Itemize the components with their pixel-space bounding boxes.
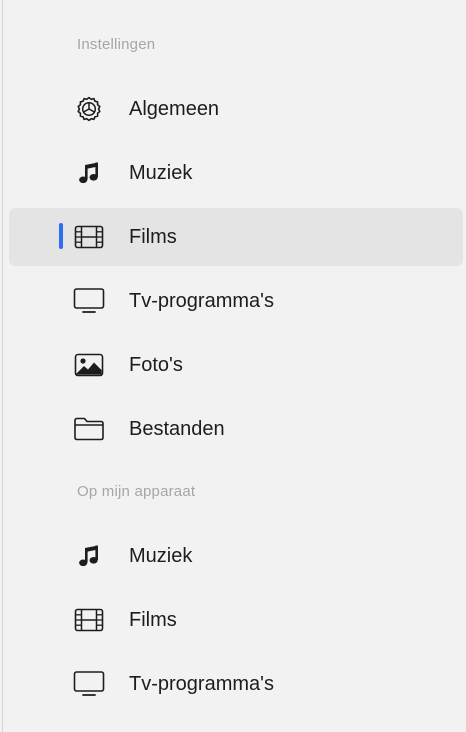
sidebar-item-fotos[interactable]: Foto's	[9, 336, 463, 394]
sidebar-item-label: Bestanden	[129, 418, 225, 440]
music-note-icon	[71, 155, 107, 191]
section-header-op-mijn-apparaat: Op mijn apparaat	[77, 483, 196, 500]
film-icon	[71, 219, 107, 255]
sidebar-item-label: Tv-programma's	[129, 290, 274, 312]
film-icon	[71, 602, 107, 638]
sidebar-item-label: Films	[129, 609, 177, 631]
sidebar-item-label: Muziek	[129, 162, 193, 184]
sidebar-item-device-films[interactable]: Films	[9, 591, 463, 649]
sidebar-item-label: Films	[129, 226, 177, 248]
sidebar-item-label: Algemeen	[129, 98, 220, 120]
photo-icon	[71, 347, 107, 383]
sidebar-item-device-muziek[interactable]: Muziek	[9, 527, 463, 585]
sidebar-item-label: Foto's	[129, 354, 183, 376]
sidebar: Instellingen Algemeen Muziek Films Tv-pr…	[2, 0, 466, 732]
sidebar-item-label: Tv-programma's	[129, 673, 274, 695]
folder-icon	[71, 411, 107, 447]
section-header-instellingen: Instellingen	[77, 36, 156, 53]
gear-icon	[71, 91, 107, 127]
sidebar-item-device-tv-programmas[interactable]: Tv-programma's	[9, 655, 463, 713]
tv-icon	[71, 283, 107, 319]
selection-indicator	[59, 223, 63, 249]
sidebar-item-label: Muziek	[129, 545, 193, 567]
sidebar-item-tv-programmas[interactable]: Tv-programma's	[9, 272, 463, 330]
tv-icon	[71, 666, 107, 702]
sidebar-item-algemeen[interactable]: Algemeen	[9, 80, 463, 138]
sidebar-item-muziek[interactable]: Muziek	[9, 144, 463, 202]
sidebar-item-bestanden[interactable]: Bestanden	[9, 400, 463, 458]
music-note-icon	[71, 538, 107, 574]
sidebar-item-films[interactable]: Films	[9, 208, 463, 266]
